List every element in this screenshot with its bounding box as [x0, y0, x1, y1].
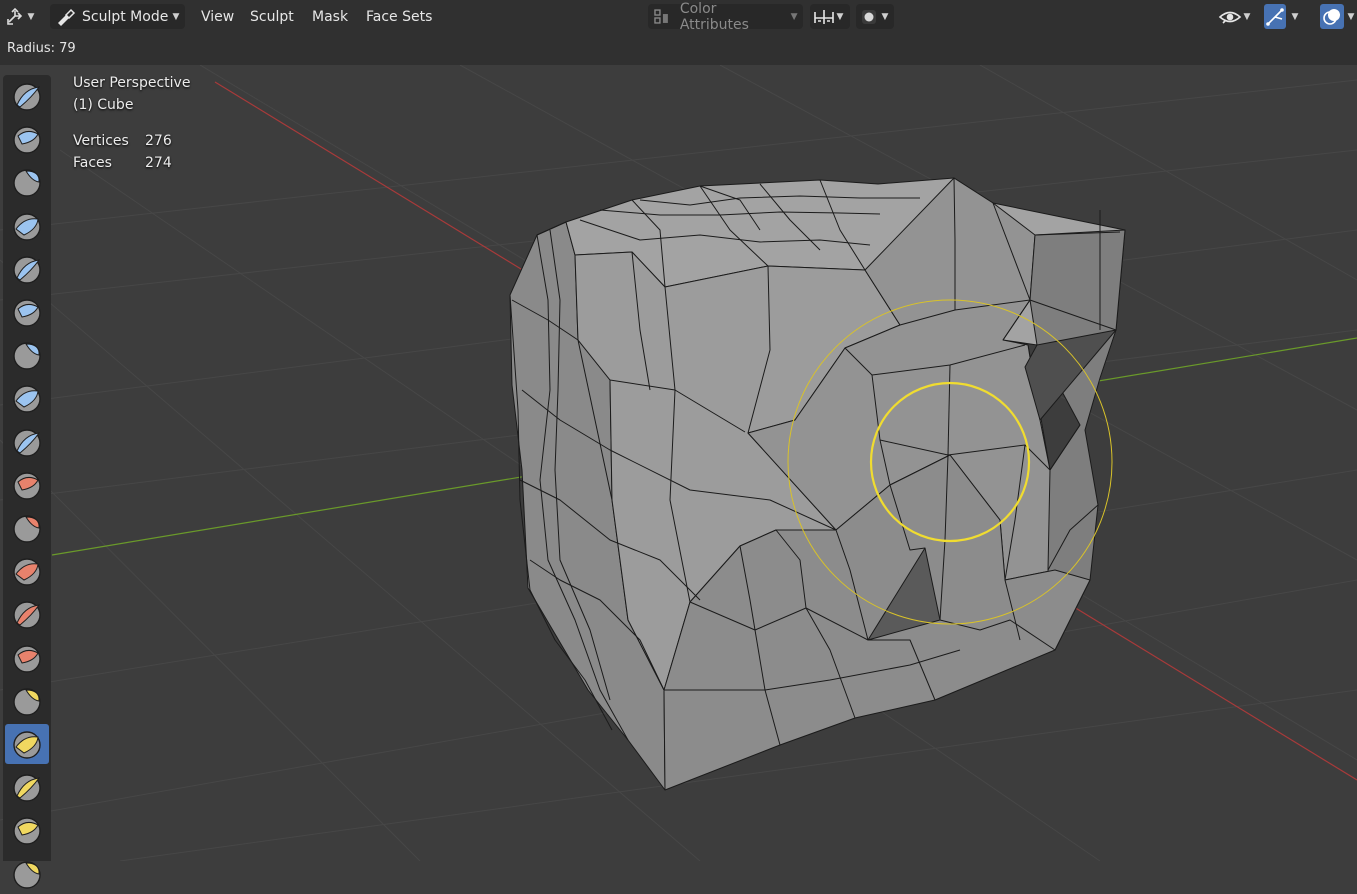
tool-draw-sharp-brush[interactable]	[5, 119, 49, 159]
gizmo-toggle[interactable]	[1264, 4, 1286, 29]
scrape-brush-icon	[13, 601, 41, 630]
sculpt-brush-icon	[58, 8, 76, 26]
viewport-canvas[interactable]	[0, 65, 1357, 861]
chevron-down-icon: ▼	[172, 11, 180, 22]
tool-fill-brush[interactable]	[5, 551, 49, 591]
radius-readout: Radius: 79	[7, 41, 76, 56]
clay-thumb-brush-icon	[13, 256, 41, 284]
color-attribute-icon	[654, 8, 668, 24]
gizmo-icon	[1266, 7, 1284, 26]
menu-face-sets[interactable]: Face Sets	[362, 4, 436, 29]
elastic-deform-brush-icon	[13, 774, 41, 802]
gizmo-dropdown[interactable]: ▼	[1290, 4, 1306, 29]
eye-icon	[1218, 11, 1242, 24]
tool-clay-strips-brush[interactable]	[5, 206, 49, 246]
menu-mask[interactable]: Mask	[308, 4, 352, 29]
draw-brush-icon	[13, 83, 41, 111]
mode-dropdown[interactable]: Sculpt Mode ▼	[50, 4, 185, 29]
tool-snake-hook-brush[interactable]	[5, 810, 49, 850]
multiplane-scrape-brush-icon	[13, 644, 41, 673]
tool-pinch-brush[interactable]	[5, 681, 49, 721]
tool-smooth-brush[interactable]	[5, 465, 49, 505]
tool-settings-bar: Radius: 79	[0, 34, 1357, 65]
chevron-down-icon: ▼	[881, 11, 889, 22]
chevron-down-icon: ▼	[790, 11, 798, 22]
chevron-down-icon: ▼	[836, 11, 844, 22]
grab-brush-icon	[13, 731, 41, 759]
chevron-down-icon: ▼	[1347, 11, 1355, 22]
chevron-down-icon: ▼	[27, 11, 35, 22]
active-object-label: (1) Cube	[73, 97, 134, 113]
tool-blob-brush[interactable]	[5, 378, 49, 418]
mode-label: Sculpt Mode	[82, 8, 169, 25]
chevron-down-icon: ▼	[1243, 11, 1251, 22]
menu-view[interactable]: View	[197, 4, 238, 29]
tool-grab-brush[interactable]	[5, 724, 49, 764]
fill-brush-icon	[13, 558, 41, 586]
visibility-dropdown[interactable]: ▼	[1218, 4, 1256, 29]
tool-multiplane-scrape-brush[interactable]	[5, 638, 49, 678]
flatten-brush-icon	[13, 515, 41, 543]
view-perspective-label: User Perspective	[73, 75, 191, 91]
viewport-header: ▼ Sculpt Mode ▼ View Sculpt Mask Face Se…	[0, 0, 1357, 34]
sculpt-toolbar	[3, 75, 51, 889]
tool-scrape-brush[interactable]	[5, 594, 49, 634]
draw-sharp-brush-icon	[13, 126, 41, 154]
cube-mesh[interactable]	[509, 177, 1126, 791]
symmetry-icon	[814, 9, 834, 24]
tool-inflate-brush[interactable]	[5, 335, 49, 375]
tool-flatten-brush[interactable]	[5, 508, 49, 548]
tool-crease-brush[interactable]	[5, 422, 49, 462]
smooth-brush-icon	[13, 472, 41, 500]
stat-faces-value: 274	[145, 155, 172, 171]
symmetry-dropdown[interactable]: ▼	[810, 4, 850, 29]
tool-elastic-deform-brush[interactable]	[5, 767, 49, 807]
overlays-icon	[1323, 8, 1340, 25]
brush-settings-dropdown[interactable]: ▼	[856, 4, 894, 29]
editor-type-button[interactable]: ▼	[6, 4, 42, 29]
inflate-brush-icon	[13, 342, 41, 370]
color-attributes-dropdown[interactable]: Color Attributes ▼	[648, 1, 803, 33]
clay-brush-icon	[13, 169, 41, 198]
tool-clay-brush[interactable]	[5, 162, 49, 202]
menu-sculpt[interactable]: Sculpt	[246, 4, 298, 29]
snake-hook-brush-icon	[13, 817, 41, 846]
stat-vertices-value: 276	[145, 133, 172, 149]
layer-brush-icon	[13, 299, 41, 327]
clay-strips-brush-icon	[13, 212, 41, 241]
stat-vertices-label: Vertices	[73, 133, 129, 149]
tool-thumb-brush[interactable]	[5, 854, 49, 894]
tool-draw-brush[interactable]	[5, 76, 49, 116]
thumb-brush-icon	[13, 860, 41, 889]
overlays-dropdown[interactable]: ▼	[1346, 4, 1357, 29]
3d-viewport[interactable]: User Perspective (1) Cube Vertices 276 F…	[0, 65, 1357, 861]
crease-brush-icon	[13, 428, 41, 457]
overlays-toggle[interactable]	[1320, 4, 1344, 29]
tool-layer-brush[interactable]	[5, 292, 49, 332]
blob-brush-icon	[13, 385, 41, 414]
stat-faces-label: Faces	[73, 155, 112, 171]
chevron-down-icon: ▼	[1291, 11, 1299, 22]
transform-icon	[7, 7, 23, 25]
tool-clay-thumb-brush[interactable]	[5, 249, 49, 289]
pinch-brush-icon	[13, 688, 41, 716]
brush-dot-icon	[862, 9, 876, 24]
color-attributes-label: Color Attributes	[679, 0, 749, 33]
